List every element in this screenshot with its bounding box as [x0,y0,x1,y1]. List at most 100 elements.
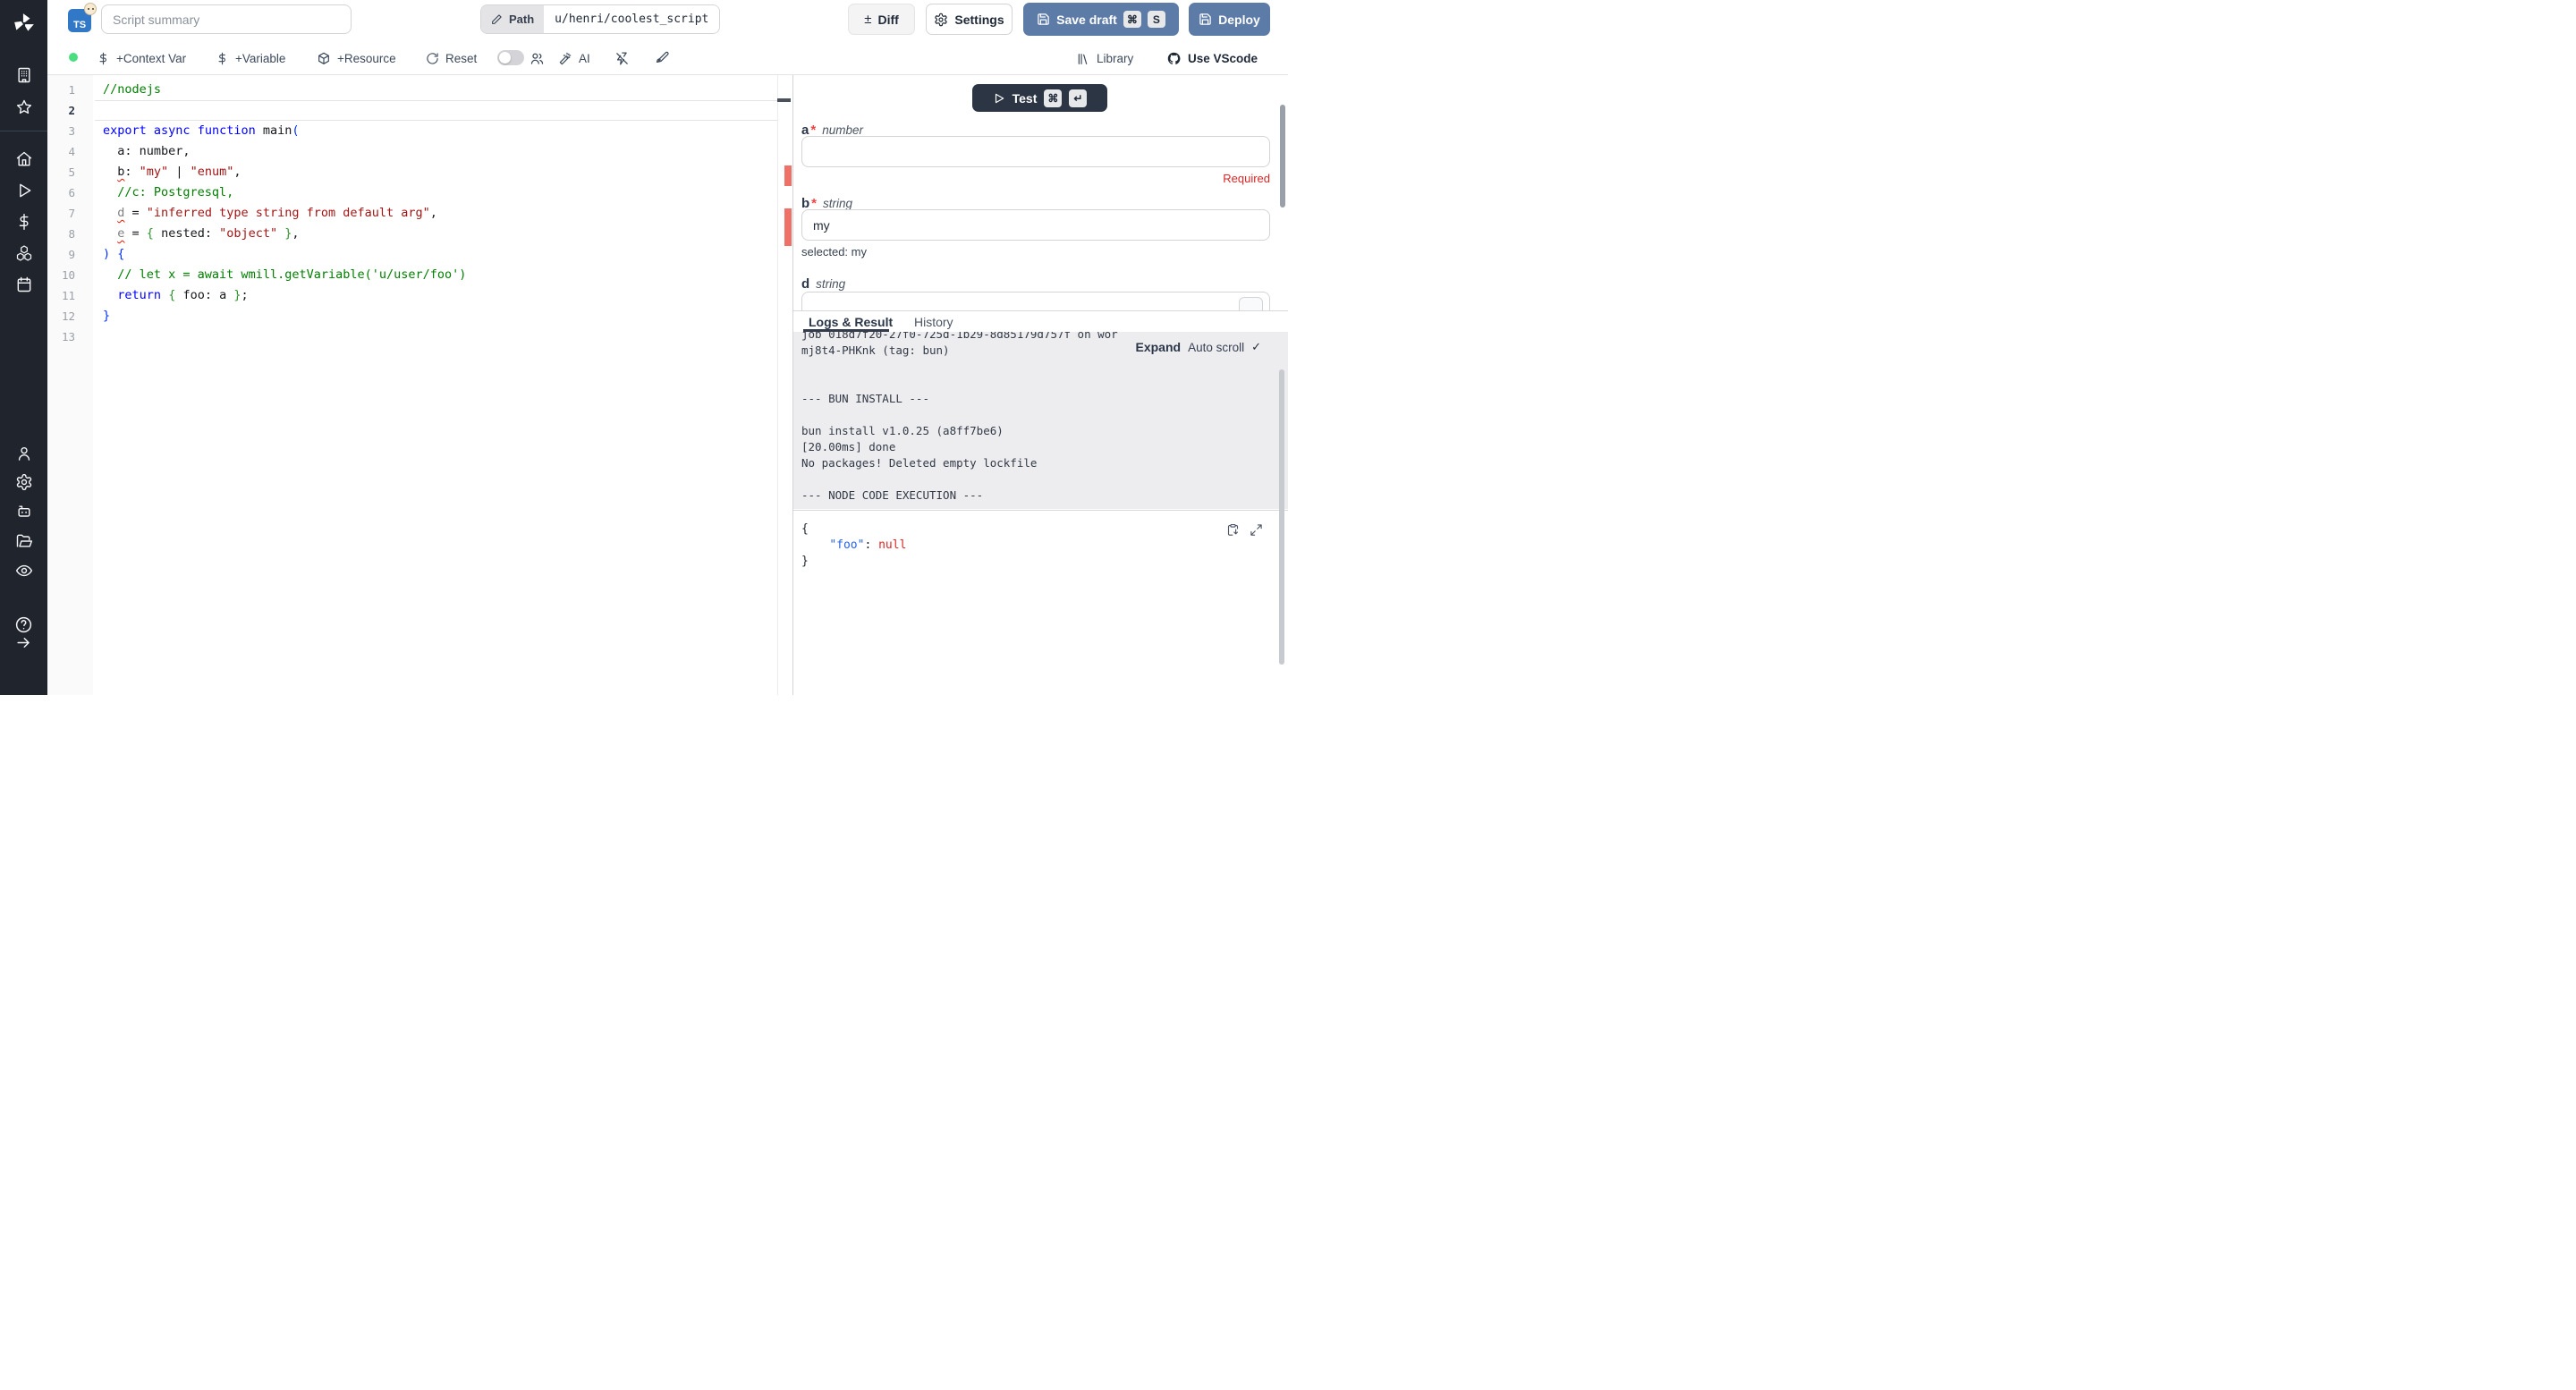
line-number: 12 [47,306,93,326]
line-number: 6 [47,182,93,203]
code-line[interactable] [103,100,466,121]
windmill-logo-icon[interactable] [0,10,47,37]
users-icon[interactable] [530,42,545,75]
code-line[interactable]: b: "my" | "enum", [103,162,466,182]
use-vscode-button[interactable]: Use VScode [1166,42,1258,75]
code-line[interactable]: export async function main( [103,121,466,141]
auto-scroll-toggle[interactable]: Auto scroll [1188,341,1244,354]
runs-play-icon[interactable] [0,177,47,204]
selected-helper-text: selected: my [801,245,867,259]
line-number: 10 [47,265,93,285]
tab-logs-result[interactable]: Logs & Result [809,315,893,329]
preview-toggle[interactable] [497,50,524,65]
check-icon: ✓ [1251,340,1261,354]
ai-assistant-button[interactable]: AI [558,42,590,75]
workspace-building-icon[interactable] [0,62,47,89]
code-line[interactable]: return { foo: a }; [103,285,466,306]
code-line[interactable]: d = "inferred type string from default a… [103,203,466,224]
workers-robot-icon[interactable] [0,498,47,525]
log-line: mj8t4-PHKnk (tag: bun) [801,343,1134,359]
code-line[interactable]: a: number, [103,141,466,162]
error-marker [784,165,792,186]
copy-clipboard-icon[interactable] [1226,523,1240,537]
windmill-script-editor: TS Path u/henri/coolest_script ± Diff Se… [0,0,1288,695]
wand-sparkles-icon [558,52,572,66]
schedules-calendar-icon[interactable] [0,271,47,298]
tab-history[interactable]: History [914,315,953,329]
variables-dollar-icon[interactable] [0,208,47,235]
log-output-area[interactable]: job 018d7f20-27f0-725d-1b29-8d85179d757f… [793,332,1288,509]
format-paintbrush-icon[interactable] [655,42,670,75]
log-line: --- NODE CODE EXECUTION --- [801,487,1134,504]
code-line[interactable] [103,326,466,347]
bun-runtime-badge [84,3,97,15]
play-icon [993,92,1005,105]
code-lines: //nodejs export async function main( a: … [103,80,466,347]
line-number: 7 [47,203,93,224]
maximize-icon[interactable] [1250,523,1263,537]
code-line[interactable]: e = { nested: "object" }, [103,224,466,244]
users-icon [530,51,545,66]
json-null-value: null [878,538,906,552]
test-run-button[interactable]: Test ⌘ ↵ [972,84,1107,112]
save-icon [1199,13,1212,26]
field-input-d[interactable] [801,292,1270,310]
script-path-group[interactable]: Path u/henri/coolest_script [480,4,720,34]
dollar-icon [97,52,110,65]
line-number: 9 [47,244,93,265]
log-line: job 018d7f20-27f0-725d-1b29-8d85179d757f… [801,332,1134,343]
log-line: No packages! Deleted empty lockfile [801,455,1134,471]
gear-icon [934,13,948,27]
code-line[interactable]: //nodejs [103,80,466,100]
favorites-star-icon[interactable] [0,94,47,121]
path-label-pill[interactable]: Path [481,5,544,33]
field-input-b[interactable] [801,209,1270,241]
panel-divider[interactable] [793,310,1288,311]
expand-logs-button[interactable]: Expand [1135,340,1181,354]
log-line [801,471,1134,487]
diff-icon: ± [864,12,871,27]
deploy-button[interactable]: Deploy [1189,3,1270,36]
result-json: { "foo": null } [801,521,906,570]
field-label-d: d string [801,276,845,292]
folders-icon[interactable] [0,528,47,555]
save-icon [1037,13,1050,26]
line-number: 13 [47,326,93,347]
path-value[interactable]: u/henri/coolest_script [544,5,719,33]
add-variable-button[interactable]: +Variable [216,42,285,75]
code-line[interactable]: // let x = await wmill.getVariable('u/us… [103,265,466,285]
add-resource-button[interactable]: +Resource [317,42,396,75]
script-summary-input[interactable] [101,4,352,34]
user-icon[interactable] [0,440,47,467]
settings-button[interactable]: Settings [926,4,1013,35]
field-input-a[interactable] [801,136,1270,167]
path-label: Path [509,13,534,26]
audit-eye-icon[interactable] [0,557,47,584]
log-lines: job 018d7f20-27f0-725d-1b29-8d85179d757f… [801,332,1134,504]
field-d-side-button[interactable] [1239,297,1263,310]
save-draft-button[interactable]: Save draft ⌘ S [1023,3,1179,36]
form-scrollbar-thumb[interactable] [1280,105,1285,208]
error-marker [784,208,792,246]
code-line[interactable]: ) { [103,244,466,265]
dollar-icon [216,52,229,65]
expand-sidebar-arrow-icon[interactable] [0,629,47,656]
home-icon[interactable] [0,146,47,173]
library-button[interactable]: Library [1076,42,1133,75]
line-number: 5 [47,162,93,182]
rotate-icon [426,52,439,65]
resources-cubes-icon[interactable] [0,240,47,267]
code-line[interactable]: //c: Postgresql, [103,182,466,203]
log-line [801,359,1134,375]
kbd-cmd: ⌘ [1044,89,1062,107]
kbd-s: S [1148,11,1165,28]
assistant-off-zap-icon[interactable] [614,42,630,75]
diff-button[interactable]: ± Diff [848,4,915,35]
reset-button[interactable]: Reset [426,42,477,75]
code-line[interactable]: } [103,306,466,326]
settings-gear-icon[interactable] [0,469,47,496]
add-context-var-button[interactable]: +Context Var [97,42,186,75]
json-key: "foo" [829,538,864,552]
overview-cursor-marker [777,98,791,102]
logs-scrollbar-thumb[interactable] [1279,369,1284,665]
